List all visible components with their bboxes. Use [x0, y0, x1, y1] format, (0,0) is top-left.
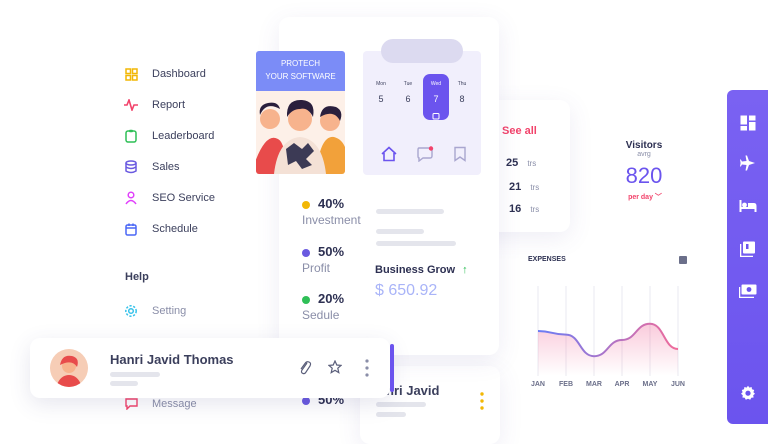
banner-card: PROTECH YOUR SOFTWARE	[256, 51, 345, 174]
see-all-link[interactable]: See all	[502, 125, 537, 137]
x-tick-label: MAY	[642, 381, 658, 388]
right-toolbar	[727, 90, 768, 424]
calendar-day-label: Mon	[376, 81, 386, 87]
text-placeholder	[376, 241, 456, 246]
team-illustration	[256, 91, 345, 174]
menu-label: Setting	[152, 305, 187, 317]
menu-item-sales[interactable]: Sales	[124, 157, 180, 177]
calendar-date[interactable]: 6	[400, 94, 416, 104]
x-tick-label: JAN	[530, 381, 545, 388]
chat-bubble-icon[interactable]	[416, 146, 434, 163]
gear-icon	[124, 304, 138, 318]
business-grow-label: Business Grow ↑	[375, 264, 468, 276]
airplane-icon[interactable]	[739, 154, 757, 172]
help-heading: Help	[125, 271, 149, 283]
menu-label: SEO Service	[152, 192, 215, 204]
calendar-date[interactable]: 7	[428, 94, 444, 104]
list-item: 16 trs	[509, 203, 540, 215]
menu-item-dashboard[interactable]: Dashboard	[124, 64, 206, 84]
visitors-subtitle: avrg	[637, 151, 651, 158]
clipboard-icon	[124, 129, 138, 143]
database-icon	[124, 160, 138, 174]
text-placeholder	[376, 412, 406, 417]
stat-investment: 40% Investment	[302, 196, 361, 227]
business-grow-value: $ 650.92	[375, 282, 438, 299]
visitors-period: per day ﹀	[628, 194, 662, 201]
calendar-day-label: Tue	[403, 81, 413, 87]
dashboard-icon	[124, 67, 138, 81]
text-placeholder	[376, 229, 424, 234]
user-icon	[124, 191, 138, 205]
chevron-down-icon: ﹀	[654, 194, 662, 201]
more-vertical-icon[interactable]	[480, 392, 484, 410]
contact-card[interactable]: Hanri Javid Thomas	[30, 338, 394, 398]
x-tick-label: FEB	[559, 381, 573, 388]
legend-dot	[302, 248, 310, 257]
calendar-day-label: Thu	[457, 81, 467, 87]
menu-item-schedule[interactable]: Schedule	[124, 219, 198, 239]
stat-sedule: 20% Sedule	[302, 291, 345, 322]
pulse-icon	[124, 98, 138, 112]
text-placeholder	[376, 209, 444, 214]
calendar-date[interactable]: 5	[373, 94, 389, 104]
x-tick-label: APR	[614, 381, 630, 388]
gear-icon[interactable]	[739, 384, 757, 402]
calendar-widget: Mon Tue Wed Thu 5 6 7 8	[363, 39, 481, 175]
calendar-day-label: Wed	[430, 81, 442, 87]
dashboard-grid-icon[interactable]	[739, 114, 757, 132]
menu-label: Report	[152, 99, 186, 111]
list-item: 25 trs	[506, 157, 537, 169]
attachment-icon[interactable]	[298, 360, 312, 376]
more-vertical-icon[interactable]	[365, 359, 369, 377]
legend-dot	[302, 295, 310, 304]
calendar-event-icon	[432, 107, 440, 120]
menu-label: Message	[152, 398, 197, 410]
star-icon[interactable]	[327, 359, 343, 374]
list-item: 21 trs	[509, 181, 540, 193]
scroll-indicator	[390, 344, 394, 392]
banner-title: PROTECH YOUR SOFTWARE	[256, 51, 345, 91]
expenses-title: EXPENSES	[528, 256, 566, 263]
menu-label: Leaderboard	[152, 130, 215, 142]
x-tick-label: JUN	[670, 381, 685, 388]
contact-name-partial: nri Javid	[386, 383, 440, 398]
bed-icon[interactable]	[739, 197, 757, 215]
contact-name: Hanri Javid Thomas	[110, 352, 234, 367]
chat-icon	[124, 397, 138, 411]
x-tick-label: MAR	[586, 381, 602, 388]
legend-dot	[302, 200, 310, 209]
expenses-chart	[537, 286, 679, 376]
arrow-up-icon: ↑	[462, 264, 468, 276]
text-placeholder	[376, 402, 426, 407]
calendar-header-pill	[381, 39, 463, 63]
visitors-title: Visitors	[625, 140, 663, 151]
expenses-menu-icon[interactable]	[679, 256, 687, 264]
bookmark-icon[interactable]	[453, 146, 467, 162]
stat-profit: 50% Profit	[302, 244, 345, 275]
text-placeholder	[110, 381, 138, 386]
expenses-area	[538, 323, 678, 376]
book-icon[interactable]	[739, 240, 757, 258]
visitors-value: 820	[625, 163, 663, 188]
avatar	[50, 349, 88, 387]
menu-label: Dashboard	[152, 68, 206, 80]
menu-item-report[interactable]: Report	[124, 95, 185, 115]
calendar-date[interactable]: 8	[454, 94, 470, 104]
home-icon[interactable]	[380, 146, 398, 162]
menu-item-seo-service[interactable]: SEO Service	[124, 188, 215, 208]
menu-item-leaderboard[interactable]: Leaderboard	[124, 126, 214, 146]
menu-label: Schedule	[152, 223, 198, 235]
text-placeholder	[110, 372, 160, 377]
money-icon[interactable]	[739, 282, 757, 300]
calendar-icon	[124, 222, 138, 236]
menu-item-setting[interactable]: Setting	[124, 301, 186, 321]
menu-label: Sales	[152, 161, 180, 173]
